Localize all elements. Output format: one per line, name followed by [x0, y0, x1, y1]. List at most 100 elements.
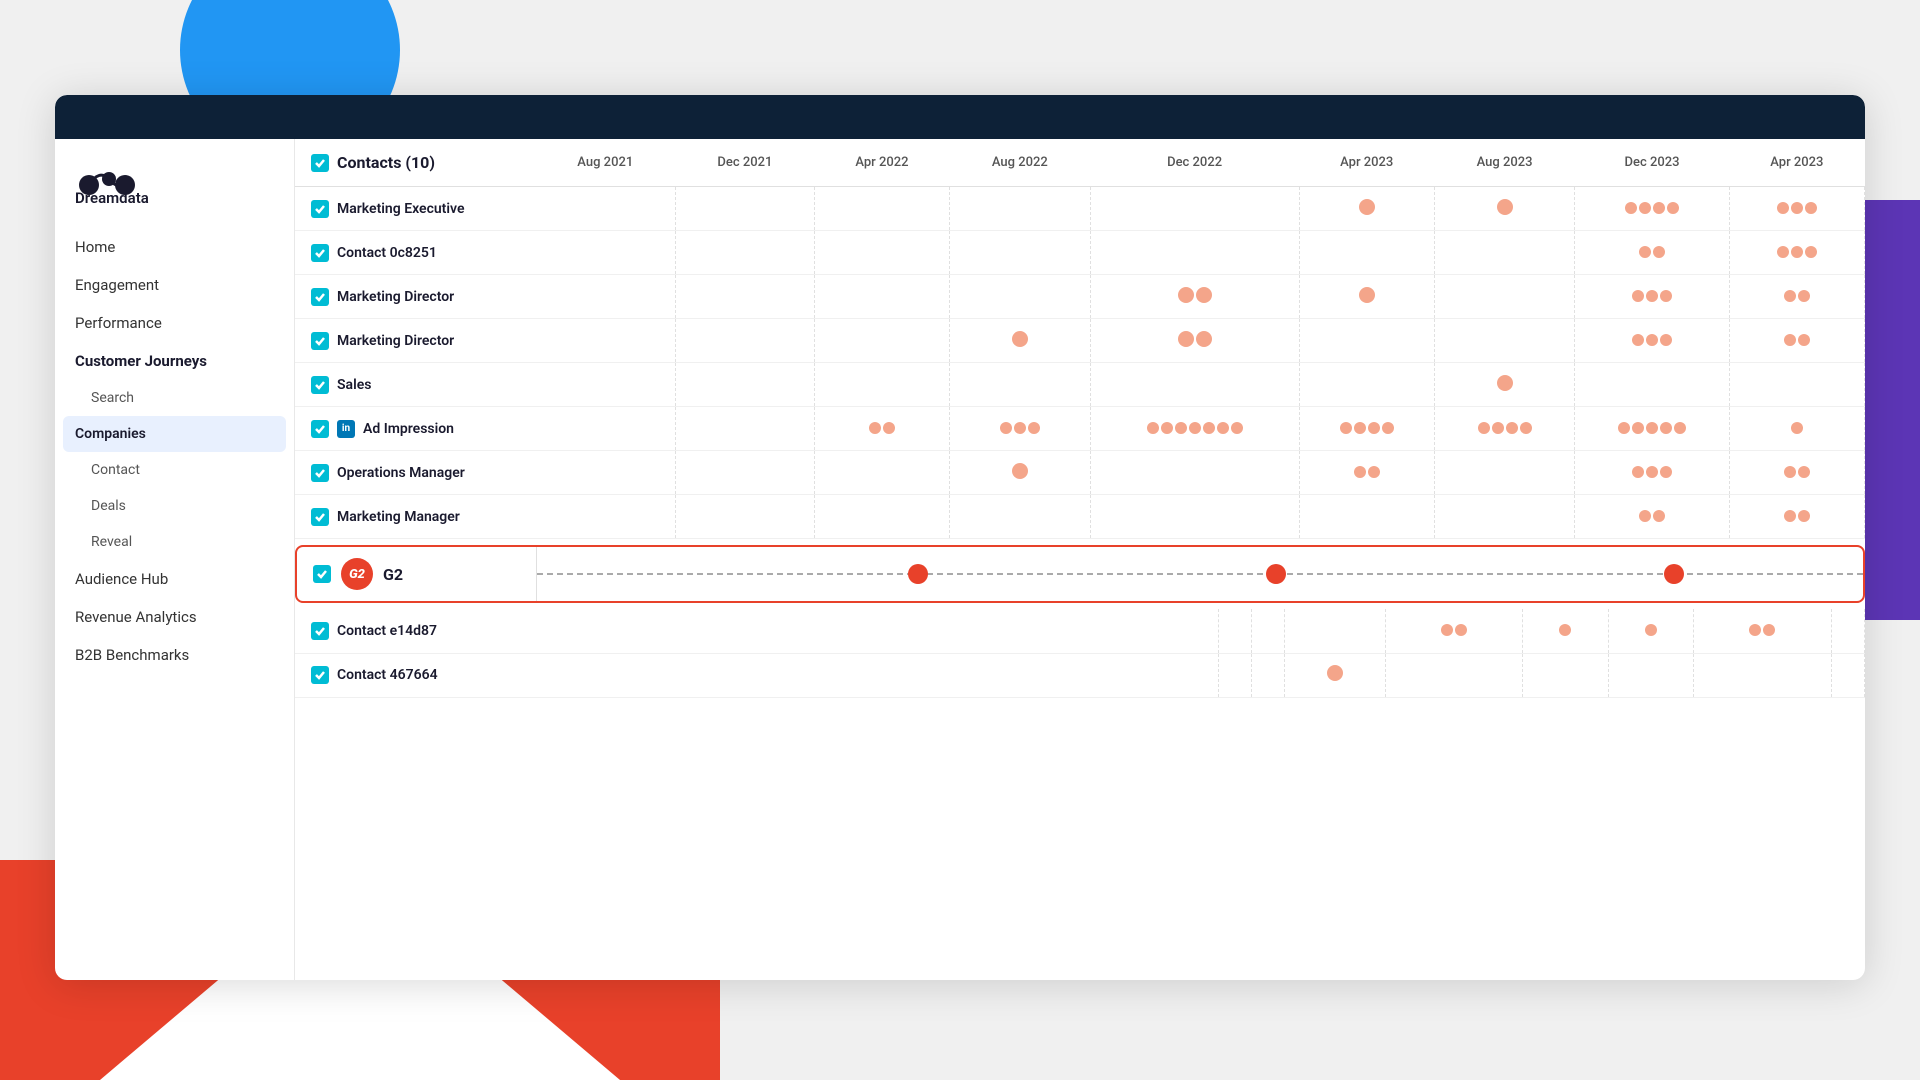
g2-label-text: G2 — [383, 565, 403, 584]
sidebar-item-search[interactable]: Search — [55, 380, 294, 416]
table-row: Marketing Manager — [295, 495, 1865, 539]
dot — [1784, 290, 1796, 302]
table-row: Contact 0c8251 — [295, 231, 1865, 275]
sidebar-item-revenue-analytics[interactable]: Revenue Analytics — [55, 598, 294, 636]
dot — [1784, 466, 1796, 478]
sidebar-item-audience-hub[interactable]: Audience Hub — [55, 560, 294, 598]
dot — [1646, 334, 1658, 346]
col-dec2022: Dec 2022 — [1090, 139, 1299, 187]
sidebar-item-deals[interactable]: Deals — [55, 488, 294, 524]
g2-icon: G2 — [341, 558, 373, 590]
sidebar-item-customer-journeys[interactable]: Customer Journeys — [55, 342, 294, 380]
sidebar-item-reveal[interactable]: Reveal — [55, 524, 294, 560]
cell — [1729, 319, 1864, 363]
dot — [1798, 510, 1810, 522]
app-header — [55, 95, 1865, 139]
cell — [1575, 275, 1729, 319]
dot — [1639, 246, 1651, 258]
cell — [1299, 187, 1434, 231]
cell — [814, 187, 949, 231]
cell — [1385, 609, 1522, 653]
cell — [1187, 653, 1219, 697]
row-label-operations-manager: Operations Manager — [295, 451, 535, 495]
contacts-header-label: Contacts (10) — [337, 153, 435, 172]
cell — [1090, 363, 1299, 407]
dot — [1798, 466, 1810, 478]
g2-dot-3 — [1664, 564, 1684, 584]
dot — [1359, 199, 1375, 215]
dot — [1178, 287, 1194, 303]
cell — [1729, 187, 1864, 231]
check-icon — [311, 376, 329, 394]
row-label-contact-e14d87: Contact e14d87 — [295, 609, 1187, 653]
g2-highlighted-row[interactable]: G2 G2 — [295, 545, 1865, 603]
g2-timeline-area — [537, 547, 1863, 601]
cell — [676, 451, 815, 495]
table-row: in Ad Impression — [295, 407, 1865, 451]
sidebar-item-engagement[interactable]: Engagement — [55, 266, 294, 304]
cell — [814, 407, 949, 451]
dot — [1791, 422, 1803, 434]
dot — [1354, 466, 1366, 478]
row-text: Contact e14d87 — [337, 623, 437, 639]
sidebar-item-companies[interactable]: Companies — [63, 416, 286, 452]
contacts-check-icon — [311, 154, 329, 172]
cell — [1218, 653, 1251, 697]
cell — [1523, 653, 1608, 697]
dot — [1014, 422, 1026, 434]
row-text: Ad Impression — [363, 421, 454, 437]
cell — [535, 407, 676, 451]
cell — [1434, 231, 1575, 275]
cell — [1090, 275, 1299, 319]
cell — [1434, 451, 1575, 495]
dot — [1217, 422, 1229, 434]
check-icon — [311, 622, 329, 640]
dot — [883, 422, 895, 434]
row-label-contact-0c8251: Contact 0c8251 — [295, 231, 535, 275]
cell — [950, 187, 1091, 231]
cell — [1299, 407, 1434, 451]
dot — [1646, 466, 1658, 478]
dot — [1653, 202, 1665, 214]
cell — [1187, 609, 1219, 653]
dot — [1645, 624, 1657, 636]
sidebar-item-b2b-benchmarks[interactable]: B2B Benchmarks — [55, 636, 294, 674]
cell — [814, 451, 949, 495]
dot — [1012, 463, 1028, 479]
cell — [1694, 609, 1831, 653]
sidebar-item-performance[interactable]: Performance — [55, 304, 294, 342]
row-text: Contact 467664 — [337, 667, 438, 683]
table-row: Marketing Director — [295, 319, 1865, 363]
cell — [1299, 275, 1434, 319]
dot — [1520, 422, 1532, 434]
cell — [950, 407, 1091, 451]
linkedin-icon: in — [337, 420, 355, 438]
sidebar-item-contact[interactable]: Contact — [55, 452, 294, 488]
dot — [1660, 334, 1672, 346]
dot — [1359, 287, 1375, 303]
dot — [1632, 290, 1644, 302]
dot — [1455, 624, 1467, 636]
dot — [1340, 422, 1352, 434]
row-label-marketing-manager: Marketing Manager — [295, 495, 535, 539]
cell — [535, 231, 676, 275]
col-aug2023: Aug 2023 — [1434, 139, 1575, 187]
main-content[interactable]: Contacts (10) Aug 2021 Dec 2021 Apr 2022… — [295, 139, 1865, 980]
row-label-marketing-executive: Marketing Executive — [295, 187, 535, 231]
cell — [1218, 609, 1251, 653]
cell — [535, 451, 676, 495]
dot — [1632, 334, 1644, 346]
dot — [1147, 422, 1159, 434]
row-text: Marketing Manager — [337, 509, 460, 525]
dreamdata-logo: Dreamdata — [75, 159, 195, 204]
cell — [1090, 495, 1299, 539]
check-icon — [311, 244, 329, 262]
g2-label: G2 G2 — [297, 547, 537, 601]
sidebar-item-home[interactable]: Home — [55, 228, 294, 266]
cell — [1090, 231, 1299, 275]
check-icon — [311, 200, 329, 218]
cell — [1090, 407, 1299, 451]
cell — [1729, 451, 1864, 495]
cell — [1434, 407, 1575, 451]
dot — [1492, 422, 1504, 434]
